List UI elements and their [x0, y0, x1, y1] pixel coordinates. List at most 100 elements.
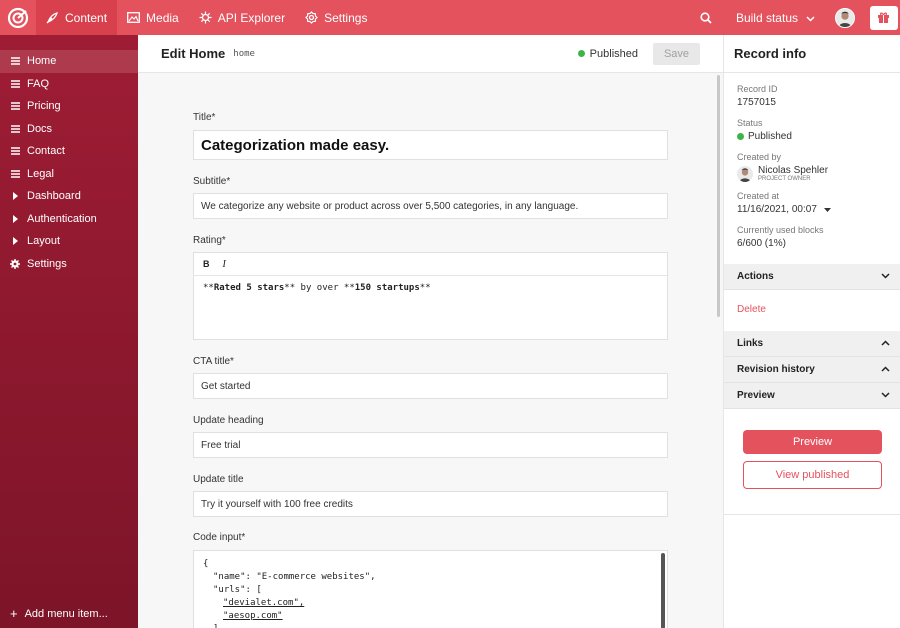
status-value: Published	[748, 131, 792, 142]
image-icon	[127, 12, 140, 23]
sidebar-item-label: Settings	[27, 257, 67, 270]
sidebar-item-settings[interactable]: Settings	[0, 253, 138, 276]
code-scrollbar[interactable]	[661, 553, 665, 628]
preview-section-toggle[interactable]: Preview	[724, 383, 900, 409]
italic-button[interactable]: I	[223, 259, 226, 270]
title-field[interactable]: Categorization made easy.	[193, 130, 668, 160]
gift-icon[interactable]	[869, 5, 898, 30]
subtitle-field[interactable]: We categorize any website or product acr…	[193, 193, 668, 219]
save-button[interactable]: Save	[653, 42, 700, 65]
update-heading-field[interactable]: Free trial	[193, 432, 668, 458]
chevron-down-icon	[881, 390, 890, 401]
sidebar-item-label: Home	[27, 55, 57, 68]
sidebar-item-pricing[interactable]: Pricing	[0, 95, 138, 118]
created-at-value: 11/16/2021, 00:07	[737, 204, 817, 215]
tab-api-explorer-label: API Explorer	[217, 10, 286, 25]
plus-icon: +	[10, 606, 18, 621]
caret-down-icon	[823, 204, 831, 215]
created-by-label: Created by	[737, 152, 782, 162]
chevron-up-icon	[881, 338, 890, 349]
markdown-syntax: **	[419, 283, 431, 293]
subtitle-label: Subtitle*	[193, 176, 231, 187]
rating-textarea[interactable]: **Rated 5 stars** by over **150 startups…	[194, 276, 667, 293]
actions-label: Actions	[737, 271, 774, 282]
record-id-label: Record ID	[737, 84, 778, 94]
tab-api-explorer[interactable]: API Explorer	[189, 0, 295, 35]
update-title-label: Update title	[193, 474, 244, 485]
used-blocks-value: 6/600 (1%)	[737, 238, 786, 249]
api-icon	[199, 11, 212, 24]
rating-label: Rating*	[193, 235, 226, 246]
add-menu-item-label: Add menu item...	[24, 608, 108, 620]
status-badge: Published	[577, 47, 638, 60]
status-dot-icon	[737, 133, 744, 140]
sidebar-item-legal[interactable]: Legal	[0, 163, 138, 186]
code-input-label: Code input*	[193, 532, 246, 543]
feather-icon	[46, 11, 59, 24]
sidebar-item-label: Legal	[27, 167, 54, 180]
status-label: Status	[737, 118, 763, 128]
scrollbar[interactable]	[717, 75, 720, 317]
sidebar-item-label: Docs	[27, 122, 53, 135]
app-logo-icon[interactable]	[0, 0, 36, 35]
code-line: ]	[203, 623, 667, 628]
sidebar-item-label: FAQ	[27, 77, 50, 90]
created-at-label: Created at	[737, 191, 780, 201]
title-label: Title*	[193, 112, 216, 123]
links-section-toggle[interactable]: Links	[724, 331, 900, 357]
sidebar-item-docs[interactable]: Docs	[0, 118, 138, 141]
caret-right-icon	[10, 192, 20, 201]
sidebar-item-label: Pricing	[27, 100, 61, 113]
avatar	[737, 165, 753, 182]
chevron-up-icon	[881, 364, 890, 375]
preview-button[interactable]: Preview	[743, 430, 882, 454]
links-label: Links	[737, 338, 764, 349]
code-link[interactable]: "aesop.com"	[223, 611, 283, 621]
gear-icon	[305, 11, 318, 24]
revision-history-section-toggle[interactable]: Revision history	[724, 357, 900, 383]
sidebar-item-contact[interactable]: Contact	[0, 140, 138, 163]
cta-title-field[interactable]: Get started	[193, 373, 668, 399]
creator-role: PROJECT OWNER	[758, 176, 811, 182]
tab-content[interactable]: Content	[36, 0, 118, 35]
delete-link[interactable]: Delete	[737, 304, 766, 315]
view-published-button[interactable]: View published	[743, 461, 882, 489]
menu-icon	[10, 57, 20, 65]
bold-button[interactable]: B	[203, 259, 210, 269]
code-line: "name": "E-commerce websites",	[213, 572, 376, 582]
rating-editor: B I **Rated 5 stars** by over **150 star…	[193, 252, 668, 340]
menu-icon	[10, 102, 20, 110]
code-line: "urls": [	[213, 585, 262, 595]
tab-media[interactable]: Media	[117, 0, 189, 35]
caret-right-icon	[10, 214, 20, 223]
code-line: {	[203, 559, 209, 569]
add-menu-item-button[interactable]: + Add menu item...	[10, 606, 108, 621]
sidebar-item-label: Authentication	[27, 212, 97, 225]
chevron-down-icon	[881, 271, 890, 282]
status-label: Published	[589, 47, 638, 60]
sidebar-item-faq[interactable]: FAQ	[0, 73, 138, 96]
tab-content-label: Content	[65, 10, 108, 25]
sidebar-item-layout[interactable]: Layout	[0, 230, 138, 253]
tab-settings[interactable]: Settings	[295, 0, 377, 35]
created-at-dropdown[interactable]: 11/16/2021, 00:07	[737, 204, 831, 215]
sidebar-item-label: Contact	[27, 145, 65, 158]
record-slug: home	[233, 48, 255, 59]
update-title-field[interactable]: Try it yourself with 100 free credits	[193, 491, 668, 517]
code-editor[interactable]: { "name": "E-commerce websites", "urls":…	[193, 550, 668, 628]
sidebar-item-label: Layout	[27, 235, 61, 248]
menu-icon	[10, 170, 20, 178]
build-status-dropdown[interactable]: Build status	[724, 11, 827, 25]
search-icon[interactable]	[688, 11, 724, 24]
main-editor: Edit Home home Published Save Title* Cat…	[138, 35, 723, 628]
sidebar-item-authentication[interactable]: Authentication	[0, 208, 138, 231]
preview-section-label: Preview	[737, 390, 775, 401]
sidebar-item-dashboard[interactable]: Dashboard	[0, 185, 138, 208]
actions-section-toggle[interactable]: Actions	[724, 264, 900, 290]
top-bar: Content Media API Explorer Settings Buil…	[0, 0, 900, 35]
menu-icon	[10, 80, 20, 88]
status-dot-icon	[577, 50, 585, 57]
sidebar-item-home[interactable]: Home	[0, 50, 138, 73]
code-link[interactable]: "devialet.com",	[223, 598, 304, 608]
user-avatar[interactable]	[835, 7, 855, 28]
